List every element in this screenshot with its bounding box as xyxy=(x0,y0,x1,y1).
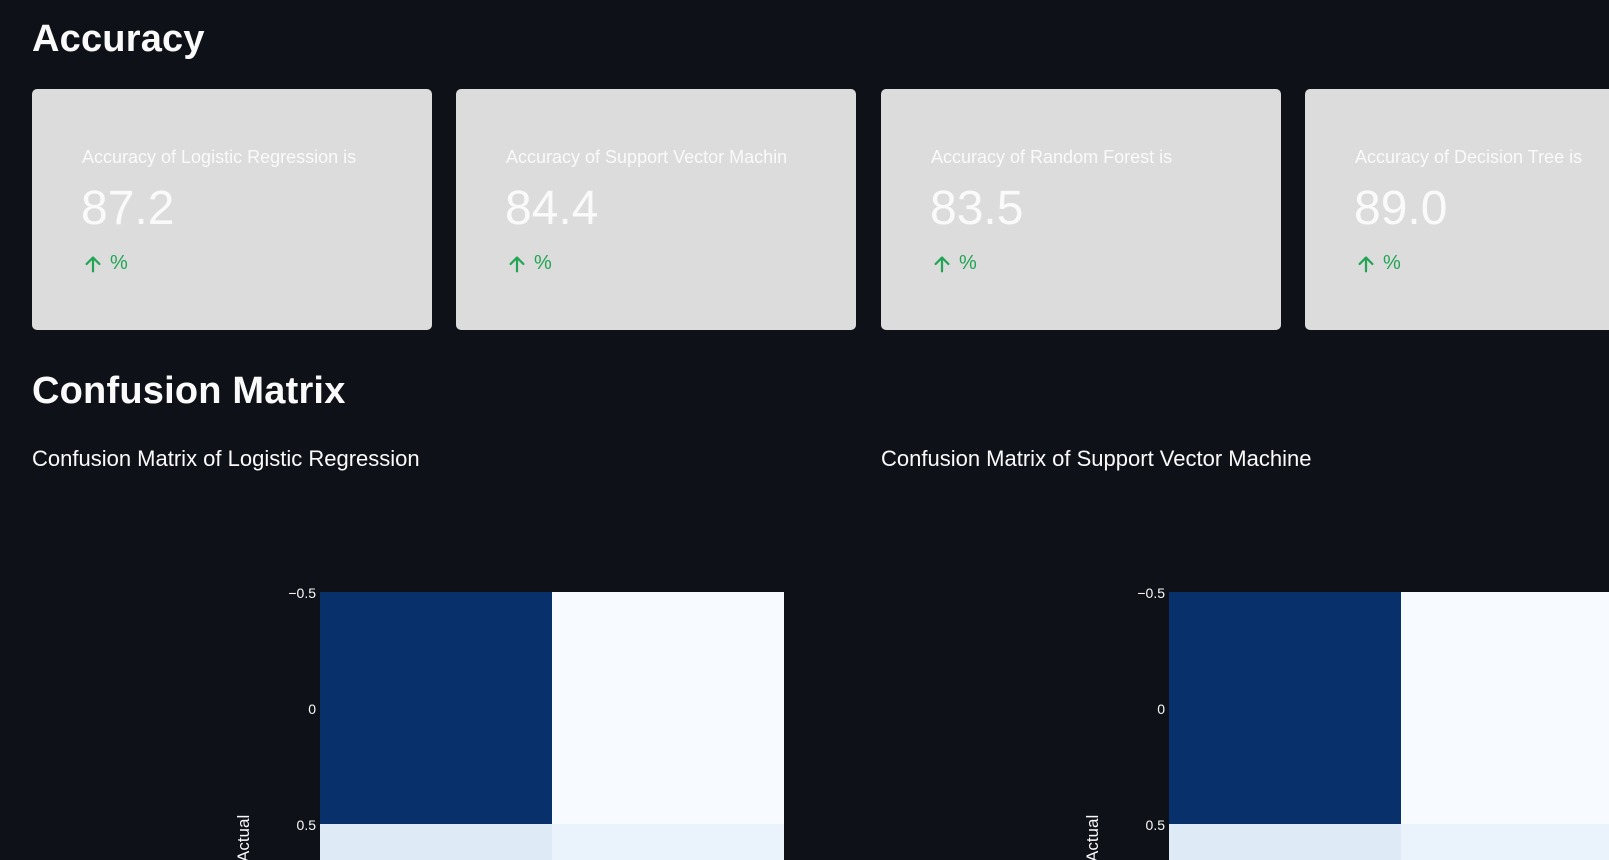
heatmap-cell xyxy=(552,592,784,824)
metric-delta-text: % xyxy=(959,252,977,274)
metric-label: Accuracy of Support Vector Machin xyxy=(506,147,788,167)
metric-value: 84.4 xyxy=(505,182,599,235)
heatmap-cell xyxy=(1401,592,1609,824)
arrow-up-icon xyxy=(934,255,950,272)
metric-label: Accuracy of Logistic Regression is xyxy=(82,147,357,167)
metric-value: 87.2 xyxy=(81,182,175,235)
y-axis-title: Actual xyxy=(234,815,253,860)
metric-delta: % xyxy=(1355,252,1401,275)
confusion-matrix-plot-logistic-regression[interactable]: −0.5 0 0.5 Actual xyxy=(200,560,800,860)
metric-label: Accuracy of Decision Tree is xyxy=(1355,147,1583,167)
arrow-up-icon xyxy=(1358,255,1374,272)
confusion-matrix-heading: Confusion Matrix xyxy=(32,370,346,412)
y-tick-label: −0.5 xyxy=(288,585,316,601)
metric-value: 89.0 xyxy=(1354,182,1448,235)
heatmap-cell xyxy=(552,824,784,860)
metric-card-random-forest: Accuracy of Random Forest is 83.5 % xyxy=(881,89,1281,330)
metric-card-decision-tree: Accuracy of Decision Tree is 89.0 % xyxy=(1305,89,1609,330)
heatmap-svg: −0.5 0 0.5 Actual xyxy=(1083,585,1609,860)
metric-label: Accuracy of Random Forest is xyxy=(931,147,1173,167)
y-tick-label: 0.5 xyxy=(297,817,317,833)
confusion-matrix-plot-support-vector-machine[interactable]: −0.5 0 0.5 Actual xyxy=(1049,560,1609,860)
heatmap-svg: −0.5 0 0.5 Actual xyxy=(234,585,784,860)
metric-delta: % xyxy=(506,252,552,275)
confusion-subtitle-support-vector-machine: Confusion Matrix of Support Vector Machi… xyxy=(881,446,1312,471)
heatmap-cell xyxy=(320,824,552,860)
y-tick-label: −0.5 xyxy=(1137,585,1165,601)
arrow-up-icon xyxy=(85,255,101,272)
metric-delta-text: % xyxy=(1383,252,1401,274)
heatmap-cell xyxy=(320,592,552,824)
confusion-subtitle-logistic-regression: Confusion Matrix of Logistic Regression xyxy=(32,446,420,471)
heatmap-cell xyxy=(1169,592,1401,824)
arrow-up-icon xyxy=(509,255,525,272)
y-tick-label: 0 xyxy=(308,701,316,717)
metric-delta-text: % xyxy=(534,252,552,274)
metric-delta-text: % xyxy=(110,252,128,274)
y-tick-label: 0.5 xyxy=(1146,817,1166,833)
y-axis-title: Actual xyxy=(1083,815,1102,860)
metric-card-logistic-regression: Accuracy of Logistic Regression is 87.2 … xyxy=(32,89,432,330)
metric-card-support-vector-machine: Accuracy of Support Vector Machin 84.4 % xyxy=(456,89,856,330)
heatmap-cell xyxy=(1169,824,1401,860)
heatmap-cell xyxy=(1401,824,1609,860)
accuracy-heading: Accuracy xyxy=(32,18,205,60)
metric-delta: % xyxy=(82,252,128,275)
metric-delta: % xyxy=(931,252,977,275)
y-tick-label: 0 xyxy=(1157,701,1165,717)
metric-value: 83.5 xyxy=(930,182,1024,235)
